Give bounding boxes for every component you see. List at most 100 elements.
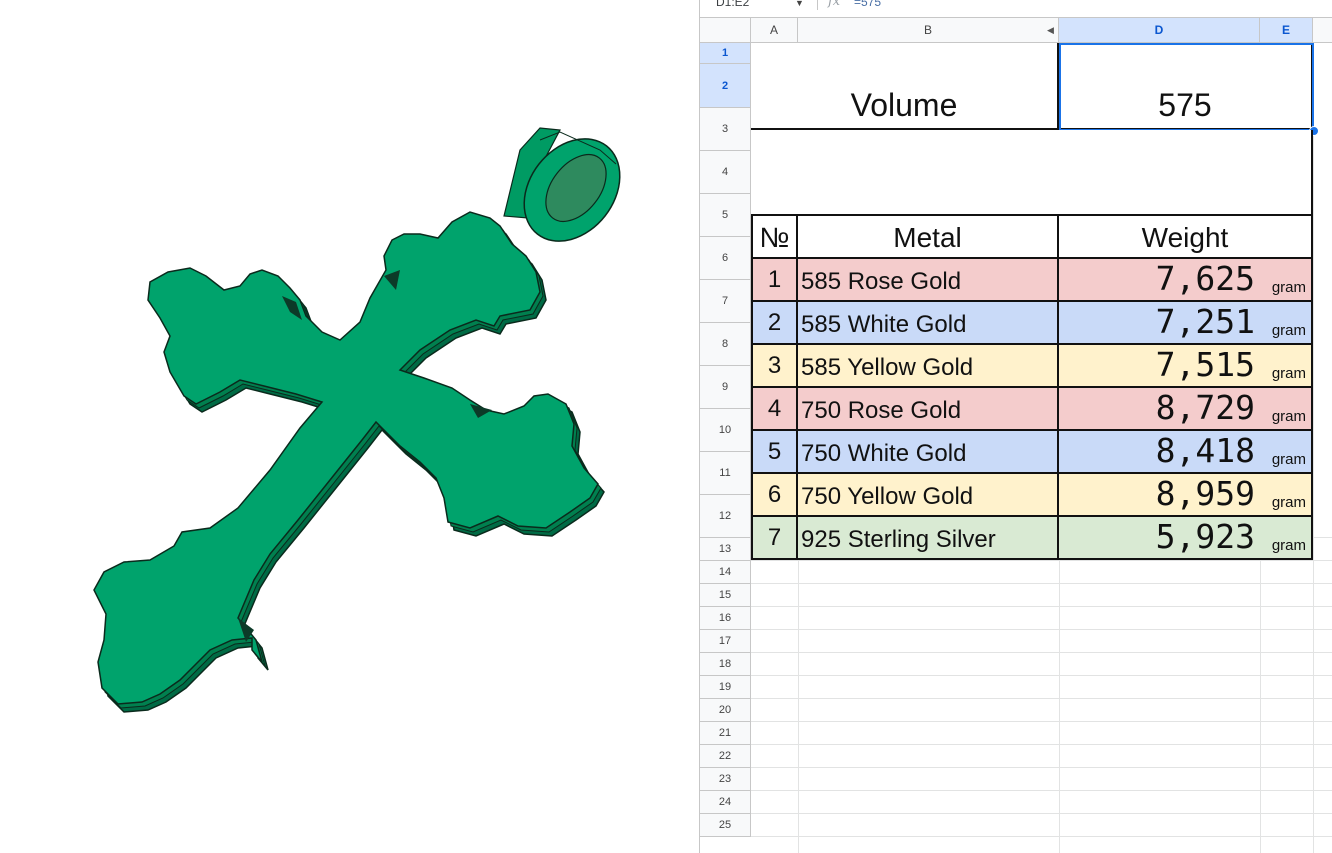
formula-input[interactable]: =575 xyxy=(854,0,881,9)
weight-cell[interactable]: 8,418 gram xyxy=(1059,431,1313,474)
metal-cell[interactable]: 750 Rose Gold xyxy=(798,388,1059,431)
row-number: 7 xyxy=(767,524,782,551)
row-header-19[interactable]: 19 xyxy=(700,676,751,699)
weight-cell[interactable]: 7,515 gram xyxy=(1059,345,1313,388)
row-header-17[interactable]: 17 xyxy=(700,630,751,653)
metal-name: 585 White Gold xyxy=(801,311,967,338)
column-header-next[interactable] xyxy=(1313,18,1332,43)
function-icon: fx xyxy=(828,0,841,9)
column-header-b[interactable]: B xyxy=(798,18,1059,43)
weight-unit: gram xyxy=(1271,537,1306,554)
row-header-23[interactable]: 23 xyxy=(700,768,751,791)
column-header-d[interactable]: D xyxy=(1059,18,1260,43)
row-header-21[interactable]: 21 xyxy=(700,722,751,745)
row-number: 3 xyxy=(767,352,782,379)
weight-cell[interactable]: 8,729 gram xyxy=(1059,388,1313,431)
metal-cell[interactable]: 585 Yellow Gold xyxy=(798,345,1059,388)
row-number: 1 xyxy=(767,266,782,293)
3d-model-viewport[interactable] xyxy=(0,0,700,853)
metal-cell[interactable]: 585 White Gold xyxy=(798,302,1059,345)
header-metal-cell[interactable]: Metal xyxy=(798,216,1059,259)
weight-cell[interactable]: 7,251 gram xyxy=(1059,302,1313,345)
spacer-cell[interactable] xyxy=(751,130,1313,216)
formula-bar: D1:E2 ▼ fx =575 xyxy=(700,0,1332,18)
number-cell[interactable]: 2 xyxy=(751,302,798,345)
gridline xyxy=(751,675,1332,676)
weight-value: 8,729 xyxy=(1155,388,1255,427)
name-box[interactable]: D1:E2 xyxy=(716,0,749,9)
row-header-14[interactable]: 14 xyxy=(700,561,751,584)
gridline xyxy=(751,813,1332,814)
metal-name: 750 Rose Gold xyxy=(801,397,962,424)
weight-value: 7,251 xyxy=(1155,302,1255,341)
weight-cell[interactable]: 8,959 gram xyxy=(1059,474,1313,517)
header-number-cell[interactable]: № xyxy=(751,216,798,259)
metal-cell[interactable]: 585 Rose Gold xyxy=(798,259,1059,302)
gridline xyxy=(751,744,1332,745)
row-header-10[interactable]: 10 xyxy=(700,409,751,452)
row-header-5[interactable]: 5 xyxy=(700,194,751,237)
row-number: 2 xyxy=(767,309,782,336)
metal-cell[interactable]: 750 White Gold xyxy=(798,431,1059,474)
row-header-20[interactable]: 20 xyxy=(700,699,751,722)
header-metal: Metal xyxy=(893,222,962,253)
row-header-25[interactable]: 25 xyxy=(700,814,751,837)
volume-value-cell[interactable]: 575 xyxy=(1059,43,1313,130)
row-header-1[interactable]: 1 xyxy=(700,43,751,64)
weight-value: 8,418 xyxy=(1155,431,1255,470)
weight-unit: gram xyxy=(1271,451,1306,468)
row-header-16[interactable]: 16 xyxy=(700,607,751,630)
row-header-24[interactable]: 24 xyxy=(700,791,751,814)
gridline xyxy=(751,790,1332,791)
gridline xyxy=(751,767,1332,768)
bail-loop xyxy=(503,127,621,242)
row-header-2[interactable]: 2 xyxy=(700,64,751,108)
number-cell[interactable]: 7 xyxy=(751,517,798,560)
row-header-13[interactable]: 13 xyxy=(700,538,751,561)
row-header-15[interactable]: 15 xyxy=(700,584,751,607)
row-header-3[interactable]: 3 xyxy=(700,108,751,151)
row-header-12[interactable]: 12 xyxy=(700,495,751,538)
metal-cell[interactable]: 750 Yellow Gold xyxy=(798,474,1059,517)
row-header-4[interactable]: 4 xyxy=(700,151,751,194)
row-header-7[interactable]: 7 xyxy=(700,280,751,323)
header-weight-cell[interactable]: Weight xyxy=(1059,216,1313,259)
row-number: 4 xyxy=(767,395,782,422)
gridline xyxy=(751,583,1332,584)
number-cell[interactable]: 6 xyxy=(751,474,798,517)
column-header-e[interactable]: E xyxy=(1260,18,1313,43)
header-weight: Weight xyxy=(1141,222,1229,253)
number-cell[interactable]: 1 xyxy=(751,259,798,302)
row-header-6[interactable]: 6 xyxy=(700,237,751,280)
number-cell[interactable]: 5 xyxy=(751,431,798,474)
chevron-down-icon[interactable]: ▼ xyxy=(795,0,804,8)
metal-name: 750 Yellow Gold xyxy=(801,483,974,510)
row-number: 5 xyxy=(767,438,782,465)
row-header-22[interactable]: 22 xyxy=(700,745,751,768)
metal-name: 585 Yellow Gold xyxy=(801,354,974,381)
volume-label-cell[interactable]: Volume xyxy=(751,43,1059,130)
select-all-corner[interactable] xyxy=(700,18,751,43)
header-number: № xyxy=(759,222,790,253)
cross-pendant-model xyxy=(93,127,621,713)
spreadsheet[interactable]: D1:E2 ▼ fx =575 A B ◀ ▶ D E 123456789101… xyxy=(699,0,1332,853)
metal-name: 585 Rose Gold xyxy=(801,268,962,295)
number-cell[interactable]: 3 xyxy=(751,345,798,388)
formula-bar-divider xyxy=(817,0,818,10)
metal-cell[interactable]: 925 Sterling Silver xyxy=(798,517,1059,560)
column-header-a[interactable]: A xyxy=(751,18,798,43)
weight-cell[interactable]: 5,923 gram xyxy=(1059,517,1313,560)
weight-cell[interactable]: 7,625 gram xyxy=(1059,259,1313,302)
gridline xyxy=(751,629,1332,630)
gridline xyxy=(751,836,1332,837)
row-header-18[interactable]: 18 xyxy=(700,653,751,676)
row-header-11[interactable]: 11 xyxy=(700,452,751,495)
hidden-column-arrow-left-icon[interactable]: ◀ xyxy=(1047,18,1054,43)
number-cell[interactable]: 4 xyxy=(751,388,798,431)
metal-name: 925 Sterling Silver xyxy=(801,526,996,553)
weight-value: 8,959 xyxy=(1155,474,1255,513)
row-header-8[interactable]: 8 xyxy=(700,323,751,366)
weight-unit: gram xyxy=(1271,365,1306,382)
row-header-9[interactable]: 9 xyxy=(700,366,751,409)
weight-value: 5,923 xyxy=(1155,517,1255,556)
